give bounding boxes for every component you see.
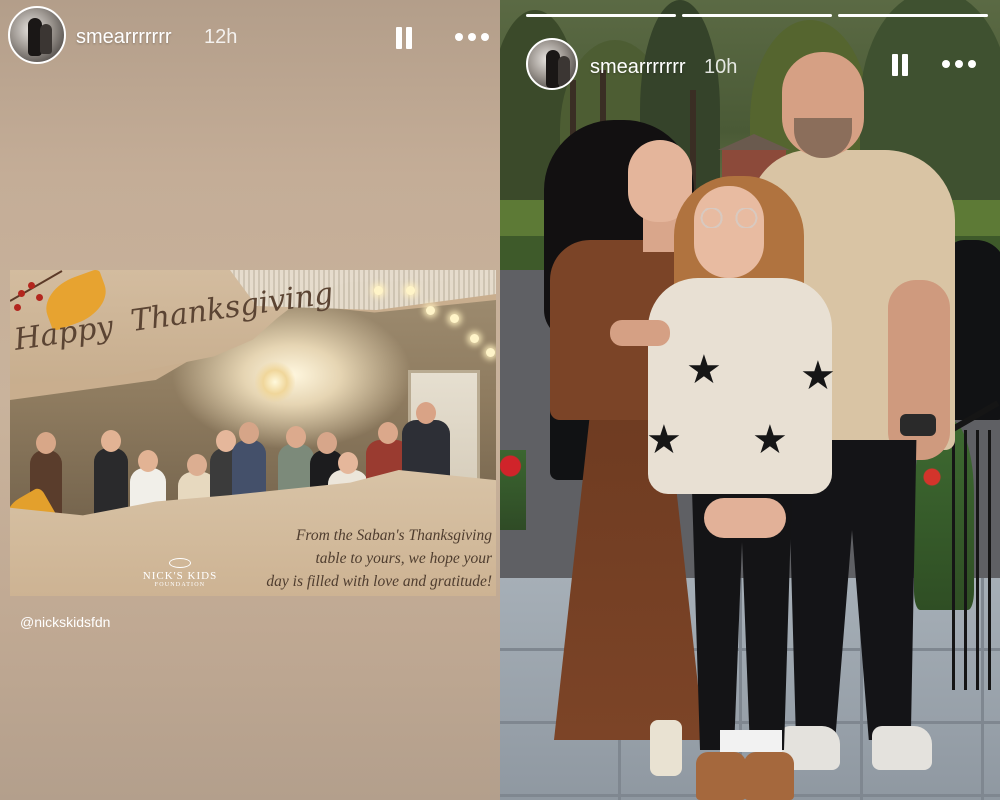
star-icon: ★ (686, 347, 722, 393)
pause-icon[interactable] (890, 52, 910, 78)
girl-hands (704, 498, 786, 538)
poinsettia-plant (500, 450, 526, 530)
star-icon: ★ (752, 417, 788, 463)
more-options-icon[interactable] (455, 31, 491, 43)
foundation-logo: NICK'S KIDS FOUNDATION (134, 558, 226, 588)
story-username[interactable]: smearrrrrrr (590, 56, 686, 79)
watch-icon (900, 414, 936, 436)
woman-arm (610, 320, 670, 346)
progress-segment (682, 14, 832, 17)
pause-icon[interactable] (394, 25, 414, 51)
mention-tag[interactable]: @nickskidsfdn (20, 614, 110, 630)
progress-segment (838, 14, 988, 17)
girl-boot (696, 752, 746, 800)
card-message-line: day is filled with love and gratitude! (266, 573, 492, 590)
more-options-icon[interactable] (942, 58, 978, 70)
girl-sock (720, 730, 752, 752)
glasses-icon (698, 208, 760, 228)
card-message-line: From the Saban's Thanksgiving (295, 527, 492, 544)
star-icon: ★ (800, 353, 836, 399)
card-message-line: table to yours, we hope your (315, 550, 492, 567)
story-header: smearrrrrrr 12h (8, 6, 491, 64)
progress-segment (526, 14, 676, 17)
story-timestamp: 10h (704, 56, 738, 78)
thanksgiving-card-image: Happy Thanksgiving From the Saban's Than… (10, 270, 496, 596)
profile-avatar[interactable] (8, 6, 66, 64)
girl-face (694, 186, 764, 278)
story-progress-bar (526, 14, 990, 18)
logo-name: NICK'S KIDS (142, 570, 218, 582)
card-message: From the Saban's Thanksgiving table to y… (228, 524, 492, 593)
story-panel-right[interactable]: ★ ★ ★ ★ smearrrrrrr 10h (500, 0, 1000, 800)
girl-sock (750, 730, 782, 752)
profile-avatar[interactable] (526, 38, 578, 90)
story-panel-left[interactable]: smearrrrrrr 12h Happy Thanksgiving From … (0, 0, 500, 800)
football-icon (169, 558, 191, 568)
story-username[interactable]: smearrrrrrr (76, 26, 172, 49)
logo-subtitle: FOUNDATION (154, 582, 206, 588)
man-shoe (872, 726, 932, 770)
story-timestamp: 12h (204, 26, 238, 48)
string-lights (370, 278, 496, 358)
woman-shoe (650, 720, 682, 776)
girl-boot (744, 752, 794, 800)
iron-railing (952, 430, 1000, 690)
star-icon: ★ (646, 417, 682, 463)
